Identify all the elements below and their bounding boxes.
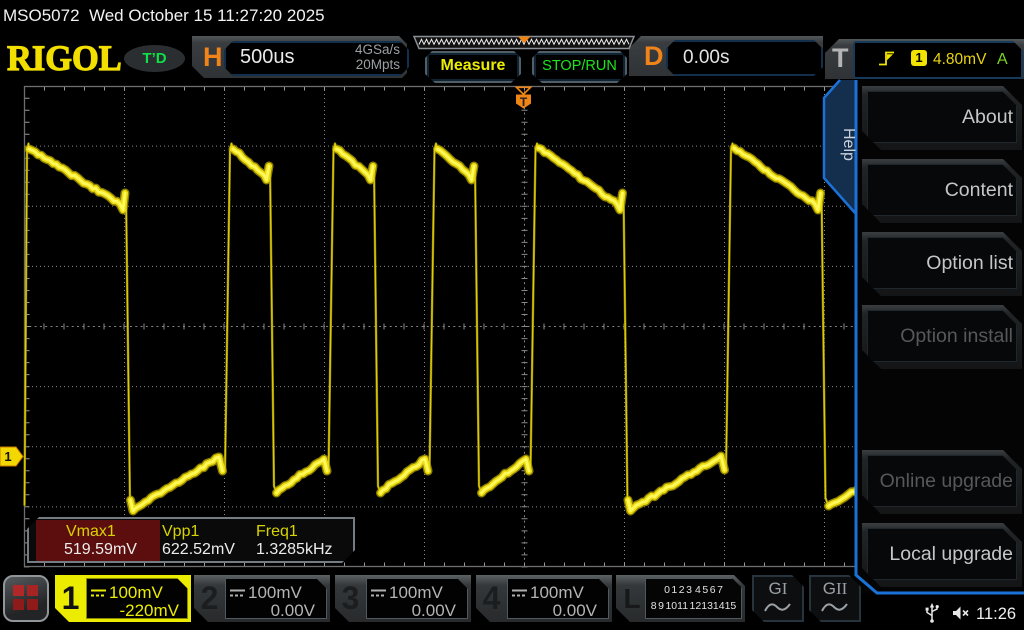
svg-text:1: 1 — [4, 449, 11, 464]
svg-text:T: T — [520, 95, 528, 109]
